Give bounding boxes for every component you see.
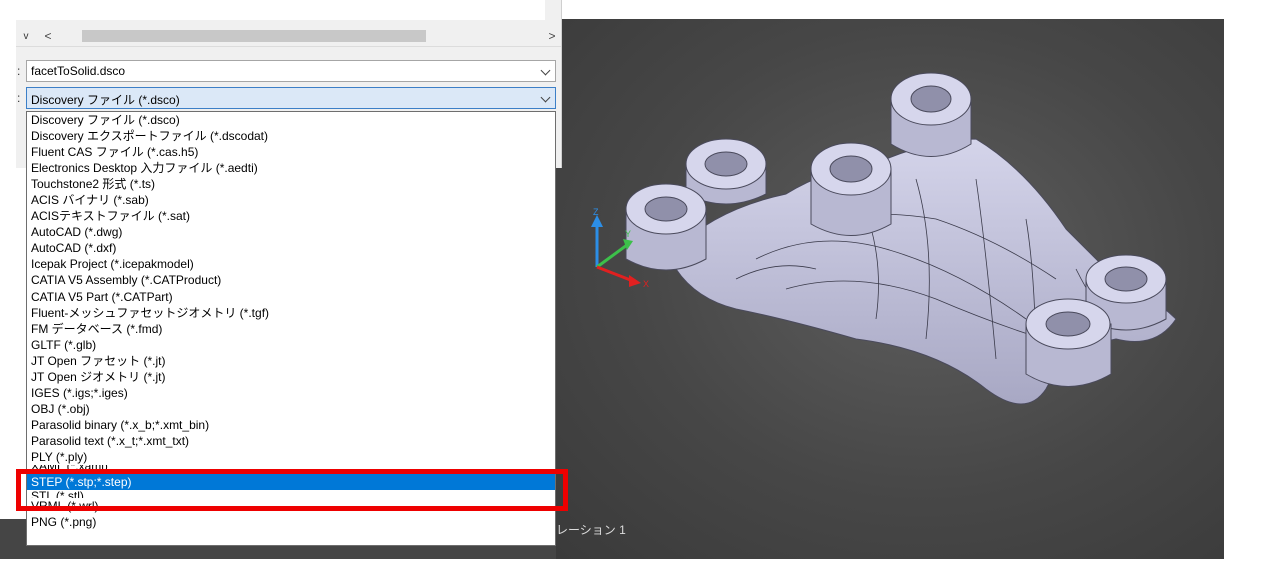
list-item[interactable]: PNG (*.png)	[27, 514, 555, 530]
list-item[interactable]: JT Open ファセット (*.jt)	[27, 353, 555, 369]
list-item[interactable]: Discovery エクスポートファイル (*.dscodat)	[27, 128, 555, 144]
file-name-input[interactable]: facetToSolid.dsco	[26, 60, 556, 82]
dialog-top-area	[0, 0, 545, 20]
file-type-value: Discovery ファイル (*.dsco)	[31, 93, 180, 107]
file-name-label: :	[17, 64, 21, 78]
list-item[interactable]: Parasolid binary (*.x_b;*.xmt_bin)	[27, 417, 555, 433]
list-item[interactable]: Icepak Project (*.icepakmodel)	[27, 256, 555, 272]
list-item[interactable]: Fluent CAS ファイル (*.cas.h5)	[27, 144, 555, 160]
chevron-down-icon[interactable]: v	[16, 26, 36, 46]
list-item[interactable]: CATIA V5 Assembly (*.CATProduct)	[27, 272, 555, 288]
scrollbar-thumb[interactable]	[82, 30, 426, 42]
axis-triad-icon: Z Y X	[591, 207, 649, 289]
scroll-right-button[interactable]: >	[542, 26, 562, 46]
horizontal-scrollbar[interactable]: v < >	[16, 26, 561, 47]
file-type-select[interactable]: Discovery ファイル (*.dsco)	[26, 87, 556, 109]
file-type-label: :	[17, 91, 21, 105]
list-item[interactable]: JT Open ジオメトリ (*.jt)	[27, 369, 555, 385]
simulation-label: レーション 1	[556, 523, 626, 537]
file-name-value: facetToSolid.dsco	[31, 64, 126, 78]
list-item[interactable]: GLTF (*.glb)	[27, 337, 555, 353]
list-item[interactable]: PLY (*.ply)	[27, 449, 555, 465]
list-item[interactable]: IGES (*.igs;*.iges)	[27, 385, 555, 401]
list-item[interactable]: OBJ (*.obj)	[27, 401, 555, 417]
list-item[interactable]: Electronics Desktop 入力ファイル (*.aedti)	[27, 160, 555, 176]
scroll-left-button[interactable]: <	[38, 26, 58, 46]
list-item[interactable]: CATIA V5 Part (*.CATPart)	[27, 289, 555, 305]
axis-x-label: X	[643, 279, 649, 289]
list-item[interactable]: AutoCAD (*.dwg)	[27, 224, 555, 240]
list-item[interactable]: Fluent-メッシュファセットジオメトリ (*.tgf)	[27, 305, 555, 321]
list-item[interactable]: FM データベース (*.fmd)	[27, 321, 555, 337]
axis-y-label: Y	[625, 229, 631, 239]
list-item[interactable]: ACISテキストファイル (*.sat)	[27, 208, 555, 224]
axis-z-label: Z	[593, 207, 599, 217]
chevron-down-icon[interactable]	[540, 65, 551, 76]
chevron-down-icon[interactable]	[540, 92, 551, 103]
list-item[interactable]: Discovery ファイル (*.dsco)	[27, 112, 555, 128]
list-item[interactable]: ACIS バイナリ (*.sab)	[27, 192, 555, 208]
list-item[interactable]: Touchstone2 形式 (*.ts)	[27, 176, 555, 192]
red-highlight-box	[16, 469, 568, 511]
list-item[interactable]: Parasolid text (*.x_t;*.xmt_txt)	[27, 433, 555, 449]
list-item[interactable]: AutoCAD (*.dxf)	[27, 240, 555, 256]
